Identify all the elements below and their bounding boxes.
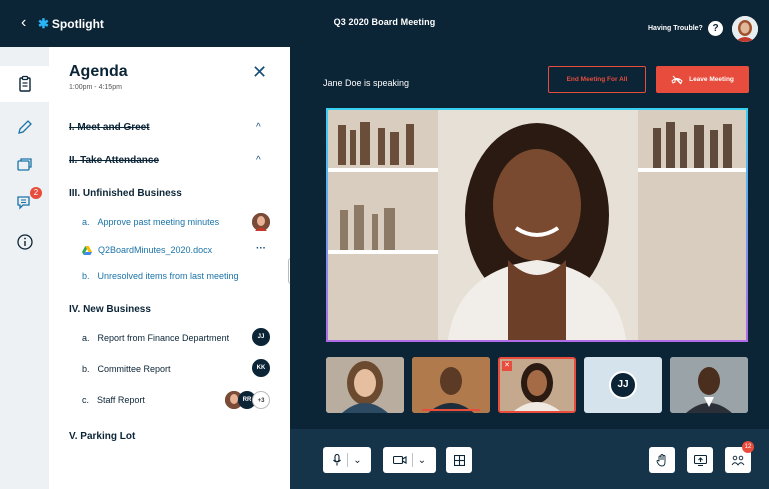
pencil-icon <box>17 120 32 134</box>
chevron-down-icon[interactable]: ⌄ <box>353 455 361 466</box>
item-number: b. <box>82 271 90 281</box>
drive-icon <box>82 246 92 256</box>
share-screen-button[interactable] <box>687 447 713 473</box>
mic-off-icon: ✕ <box>502 361 512 371</box>
hand-icon <box>656 453 666 466</box>
agenda-title: Agenda <box>69 63 128 80</box>
user-avatar[interactable] <box>732 16 758 42</box>
speaker-status: Jane Doe is speaking <box>323 78 410 88</box>
agenda-item-committee[interactable]: b. Committee Report <box>82 364 171 374</box>
rail-agenda[interactable] <box>0 66 49 102</box>
assignee-avatar: KK <box>252 359 270 377</box>
rail-notes[interactable] <box>0 109 49 145</box>
agenda-section-unfinished: III. Unfinished Business <box>69 188 182 199</box>
audio-level-bar <box>422 409 480 411</box>
grid-icon <box>453 454 465 466</box>
agenda-section-new-business: IV. New Business <box>69 304 151 315</box>
item-label: Committee Report <box>97 364 171 374</box>
chat-badge: 2 <box>30 187 42 199</box>
item-label: Unresolved items from last meeting <box>97 271 239 281</box>
participant-tile[interactable]: JJ <box>584 357 662 413</box>
more-assignees-badge[interactable]: +3 <box>252 391 270 409</box>
leave-meeting-button[interactable]: Leave Meeting <box>656 66 749 93</box>
item-label: Approve past meeting minutes <box>97 217 220 227</box>
chevron-up-icon[interactable]: ^ <box>256 122 261 133</box>
top-bar: ‹ ✱ Spotlight Q3 2020 Board Meeting Havi… <box>0 0 769 47</box>
camera-icon <box>392 455 407 465</box>
avatar <box>252 213 270 231</box>
chevron-down-icon[interactable]: ⌄ <box>418 455 426 466</box>
info-icon <box>16 234 33 250</box>
rail-files[interactable] <box>0 147 49 183</box>
agenda-item-approve-minutes[interactable]: a. Approve past meeting minutes <box>82 217 219 227</box>
participants-button[interactable]: 12 <box>725 441 754 473</box>
leave-meeting-label: Leave Meeting <box>689 76 734 83</box>
participant-video[interactable] <box>412 357 490 413</box>
item-number: b. <box>82 364 90 374</box>
chevron-up-icon[interactable]: ^ <box>256 155 261 166</box>
assignee-avatar: JJ <box>252 328 270 346</box>
rail-info[interactable] <box>0 224 49 260</box>
participants-count-badge: 12 <box>742 441 754 453</box>
agenda-section-meet-greet[interactable]: I. Meet and Greet <box>69 122 150 133</box>
agenda-panel: Agenda 1:00pm - 4:15pm ✕ I. Meet and Gre… <box>49 47 290 489</box>
file-name: Q2BoardMinutes_2020.docx <box>98 245 213 255</box>
divider <box>347 453 349 467</box>
participant-video-muted[interactable]: ✕ <box>498 357 576 413</box>
help-icon[interactable]: ? <box>708 21 723 36</box>
agenda-item-unresolved[interactable]: b. Unresolved items from last meeting <box>82 271 239 281</box>
end-meeting-for-all-button[interactable]: End Meeting For All <box>548 66 646 93</box>
tool-rail: 2 <box>0 47 49 489</box>
phone-off-icon <box>671 75 683 84</box>
item-number: a. <box>82 333 90 343</box>
item-label: Report from Finance Department <box>97 333 230 343</box>
camera-control[interactable]: ⌄ <box>383 447 436 473</box>
layout-grid-button[interactable] <box>446 447 472 473</box>
agenda-item-finance[interactable]: a. Report from Finance Department <box>82 333 229 343</box>
item-number: a. <box>82 217 90 227</box>
close-icon[interactable]: ✕ <box>252 63 267 81</box>
participant-video[interactable] <box>670 357 748 413</box>
folders-icon <box>16 158 32 171</box>
microphone-icon <box>333 454 342 466</box>
item-label: Staff Report <box>97 395 145 405</box>
item-number: c. <box>82 395 90 405</box>
participant-initials: JJ <box>609 371 637 399</box>
having-trouble-link[interactable]: Having Trouble? <box>648 25 703 32</box>
participants-icon <box>731 455 745 466</box>
agenda-file-docx[interactable]: Q2BoardMinutes_2020.docx <box>82 245 213 256</box>
microphone-control[interactable]: ⌄ <box>323 447 371 473</box>
rail-chat[interactable]: 2 <box>0 185 49 221</box>
participant-video[interactable] <box>326 357 404 413</box>
divider <box>411 453 413 467</box>
raise-hand-button[interactable] <box>649 447 675 473</box>
agenda-section-parking-lot: V. Parking Lot <box>69 431 136 442</box>
share-screen-icon <box>693 454 707 466</box>
agenda-item-staff[interactable]: c. Staff Report <box>82 395 145 405</box>
clipboard-icon <box>18 75 31 92</box>
active-speaker-video[interactable] <box>326 108 748 342</box>
agenda-section-attendance[interactable]: II. Take Attendance <box>69 155 159 166</box>
agenda-time: 1:00pm - 4:15pm <box>69 84 122 91</box>
more-icon[interactable]: ··· <box>256 243 266 254</box>
